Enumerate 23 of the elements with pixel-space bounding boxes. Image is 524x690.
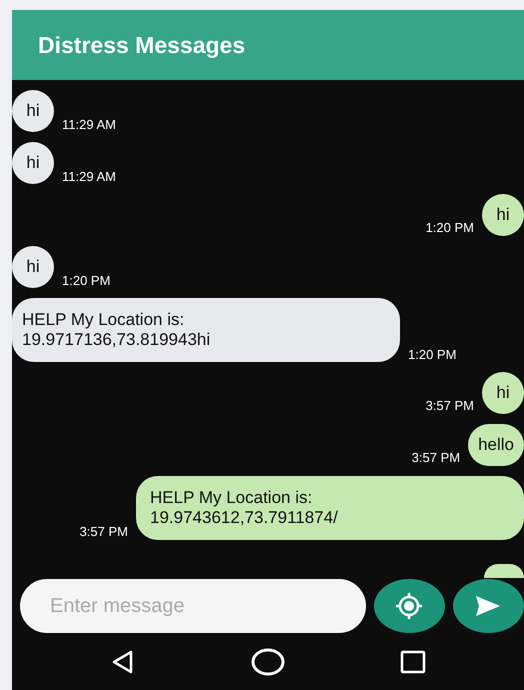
message-bubble: HELP My Location is: 19.9743612,73.7911874/ bbox=[136, 476, 524, 540]
app-title: Distress Messages bbox=[38, 32, 246, 58]
message-time: 3:57 PM bbox=[80, 524, 128, 540]
send-icon bbox=[475, 595, 502, 617]
message-time: 3:57 PM bbox=[426, 398, 474, 414]
message-bubble: hi bbox=[12, 90, 54, 132]
message-bubble: hi bbox=[482, 372, 524, 414]
home-icon[interactable] bbox=[250, 647, 285, 677]
location-target-icon bbox=[394, 591, 424, 621]
message-time: 1:20 PM bbox=[426, 220, 474, 236]
message-bubble: hi bbox=[12, 142, 54, 184]
message-input[interactable]: Enter message bbox=[20, 579, 366, 633]
message-time: 3:57 PM bbox=[412, 450, 460, 466]
message-bubble: hi bbox=[482, 194, 524, 236]
message-time: 1:20 PM bbox=[62, 273, 110, 288]
message-bubble: HELP My Location is: 19.9717136,73.819943hi bbox=[12, 298, 400, 362]
message-bubble: hi bbox=[12, 246, 54, 288]
message-time: 1:20 PM bbox=[408, 347, 456, 362]
partial-message-bubble bbox=[484, 564, 524, 578]
message-time: 11:29 AM bbox=[62, 117, 116, 132]
message-bubble: hello bbox=[468, 424, 524, 466]
message-time: 11:29 AM bbox=[62, 169, 116, 184]
recents-icon[interactable] bbox=[400, 649, 426, 675]
